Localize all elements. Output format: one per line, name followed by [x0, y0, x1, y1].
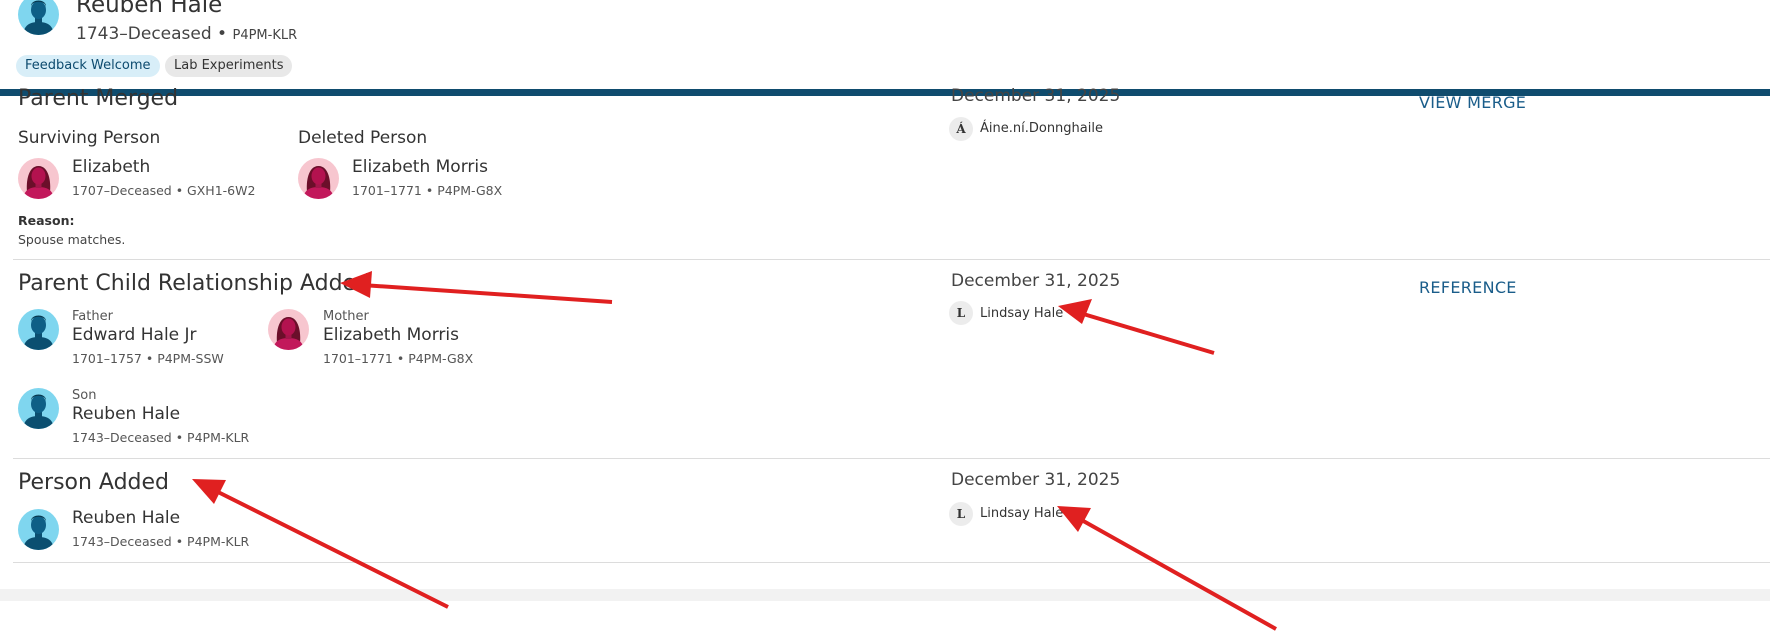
- arrow-to-relationship-title-icon: [340, 271, 613, 304]
- annotation-overlay: [192, 271, 1277, 631]
- arrow-to-relationship-user-icon: [1058, 299, 1215, 355]
- arrow-to-person-added-title-icon: [192, 479, 449, 609]
- arrow-to-person-added-user-icon: [1057, 506, 1277, 631]
